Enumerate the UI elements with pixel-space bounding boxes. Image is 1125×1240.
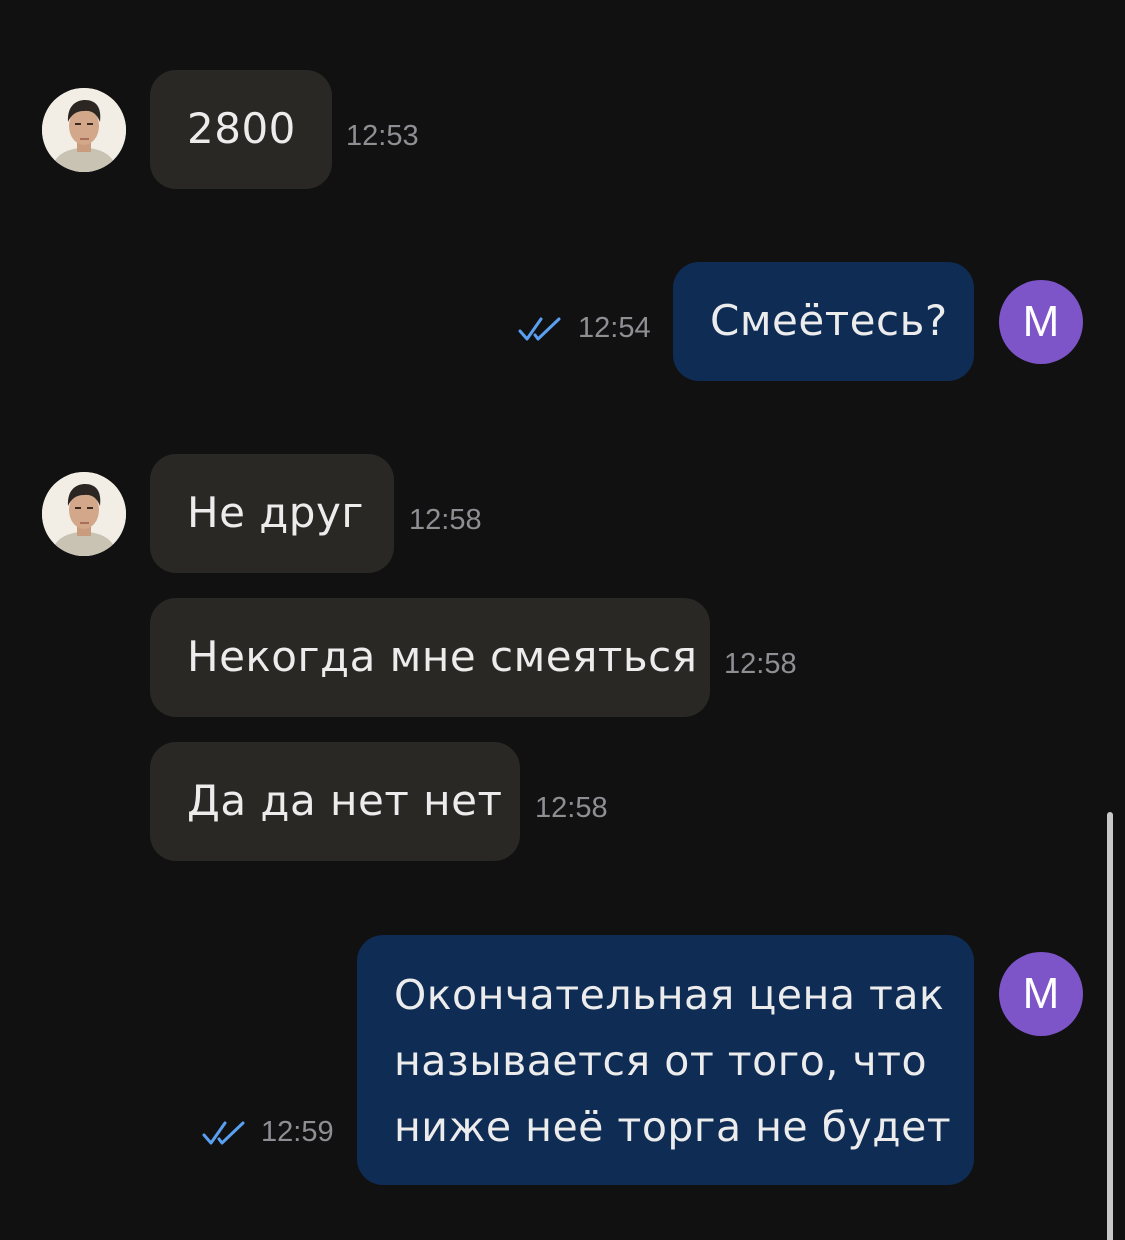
message-timestamp: 12:58	[535, 792, 608, 824]
avatar-letter: M	[1022, 969, 1060, 1018]
read-double-check-icon	[202, 1120, 246, 1146]
message-timestamp: 12:59	[261, 1116, 334, 1148]
own-avatar[interactable]: M	[999, 952, 1083, 1036]
message-bubble-outgoing[interactable]: Окончательная цена так называется от тог…	[357, 935, 974, 1185]
message-bubble-outgoing[interactable]: Смеётесь?	[673, 262, 974, 381]
message-bubble-incoming[interactable]: Некогда мне смеяться	[150, 598, 710, 717]
user-photo-avatar-icon	[42, 472, 126, 556]
message-text: Да да нет нет	[187, 776, 503, 825]
message-text-line: называется от того, что	[394, 1037, 928, 1085]
message-bubble-incoming[interactable]: Не друг	[150, 454, 394, 573]
contact-avatar[interactable]	[42, 472, 126, 556]
chat-message-list[interactable]: 2800 12:53 12:54 Смеётесь? M Не друг 12:…	[0, 0, 1125, 1240]
message-text: Не друг	[187, 488, 364, 537]
own-avatar[interactable]: M	[999, 280, 1083, 364]
avatar-letter: M	[1022, 297, 1060, 346]
message-text: Смеётесь?	[710, 296, 948, 345]
message-timestamp: 12:54	[578, 312, 651, 344]
message-text-line: Окончательная цена так	[394, 971, 945, 1019]
scrollbar-thumb[interactable]	[1107, 812, 1113, 1240]
contact-avatar[interactable]	[42, 88, 126, 172]
message-bubble-incoming[interactable]: 2800	[150, 70, 332, 189]
message-timestamp: 12:58	[409, 504, 482, 536]
message-bubble-incoming[interactable]: Да да нет нет	[150, 742, 520, 861]
message-timestamp: 12:53	[346, 120, 419, 152]
read-double-check-icon	[518, 316, 562, 342]
message-text: 2800	[187, 104, 296, 153]
user-photo-avatar-icon	[42, 88, 126, 172]
message-text-line: ниже неё торга не будет	[394, 1103, 952, 1151]
message-text: Некогда мне смеяться	[187, 632, 698, 681]
message-timestamp: 12:58	[724, 648, 797, 680]
